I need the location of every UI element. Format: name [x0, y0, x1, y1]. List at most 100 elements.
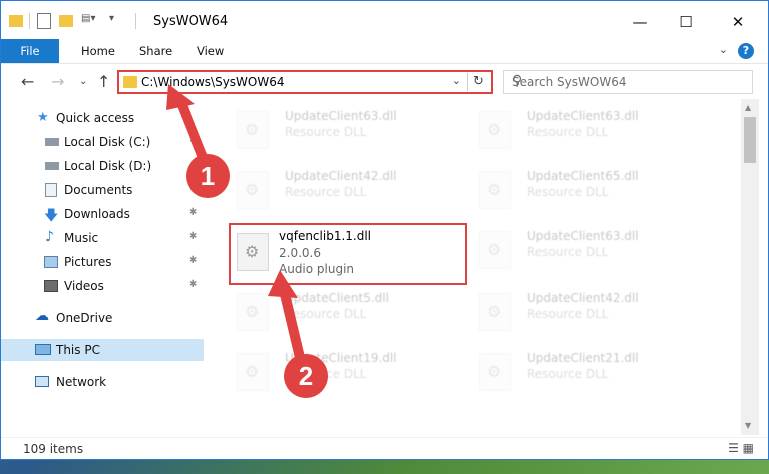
- recent-dropdown-icon[interactable]: ⌄: [79, 76, 87, 87]
- file-description: Resource DLL: [285, 185, 367, 199]
- refresh-button[interactable]: ↻: [467, 73, 489, 91]
- separator-icon: [29, 13, 30, 29]
- sidebar-item-music[interactable]: ♪ Music ✱: [1, 227, 204, 249]
- dll-file-icon: [479, 293, 511, 331]
- dll-file-icon: [237, 233, 269, 271]
- properties-icon[interactable]: [37, 13, 51, 29]
- file-item[interactable]: UpdateClient65.dll Resource DLL: [465, 163, 705, 215]
- file-name: UpdateClient19.dll: [285, 351, 397, 365]
- navigation-bar: ← → ⌄ ↑ C:\Windows\SysWOW64 ⌄ ↻ Search S…: [1, 63, 768, 99]
- pin-icon[interactable]: ✱: [189, 183, 197, 194]
- scroll-down-icon[interactable]: ▼: [745, 421, 751, 430]
- tab-file[interactable]: File: [1, 39, 59, 63]
- sidebar-item-label: This PC: [56, 343, 100, 357]
- file-name: UpdateClient65.dll: [527, 169, 639, 183]
- dll-file-icon: [237, 111, 269, 149]
- pin-icon[interactable]: ✱: [189, 255, 197, 266]
- file-item[interactable]: UpdateClient19.dll Resource DLL: [223, 345, 463, 397]
- music-icon: ♪: [45, 229, 54, 245]
- file-description: Resource DLL: [527, 245, 609, 259]
- file-name: UpdateClient21.dll: [527, 351, 639, 365]
- sidebar-item-quick-access[interactable]: ★ Quick access: [1, 107, 204, 129]
- ribbon: File Home Share View ⌄ ?: [1, 39, 768, 63]
- forward-button[interactable]: →: [51, 72, 64, 91]
- title-bar: ▤▾ ▾ SysWOW64 — ☐ ✕: [1, 1, 768, 39]
- computer-icon: [35, 344, 51, 355]
- videos-icon: [44, 280, 58, 292]
- sidebar-item-this-pc[interactable]: This PC: [1, 339, 204, 361]
- new-folder-icon[interactable]: [59, 15, 73, 27]
- back-button[interactable]: ←: [21, 72, 34, 91]
- sidebar-item-pictures[interactable]: Pictures ✱: [1, 251, 204, 273]
- sidebar-item-downloads[interactable]: 🡇 Downloads ✱: [1, 203, 204, 225]
- sidebar-item-local-disk-d[interactable]: Local Disk (D:): [1, 155, 204, 177]
- close-button[interactable]: ✕: [715, 9, 761, 35]
- file-version: 2.0.0.6: [279, 246, 321, 260]
- tab-share[interactable]: Share: [139, 39, 172, 63]
- minimize-button[interactable]: —: [617, 9, 663, 35]
- customize-toolbar-icon[interactable]: ▤▾: [81, 13, 103, 29]
- file-item[interactable]: UpdateClient21.dll Resource DLL: [465, 345, 705, 397]
- navigation-pane: ★ Quick access Local Disk (C:) ✱ Local D…: [1, 99, 206, 435]
- search-icon: ⚲: [512, 73, 523, 89]
- sidebar-item-onedrive[interactable]: ☁ OneDrive: [1, 307, 204, 329]
- maximize-button[interactable]: ☐: [663, 9, 709, 35]
- file-name: UpdateClient63.dll: [527, 229, 639, 243]
- help-button[interactable]: ?: [738, 43, 754, 59]
- sidebar-item-label: Documents: [64, 183, 133, 197]
- pin-icon[interactable]: ✱: [189, 135, 197, 146]
- status-bar: 109 items ☰ ▦: [1, 437, 768, 459]
- sidebar-item-network[interactable]: Network: [1, 371, 204, 393]
- file-name: UpdateClient42.dll: [285, 169, 397, 183]
- sidebar-item-videos[interactable]: Videos ✱: [1, 275, 204, 297]
- sidebar-item-local-disk-c[interactable]: Local Disk (C:) ✱: [1, 131, 204, 153]
- file-description: Resource DLL: [285, 367, 367, 381]
- file-description: Resource DLL: [285, 307, 367, 321]
- tab-view[interactable]: View: [197, 39, 224, 63]
- drive-icon: [45, 162, 59, 170]
- dll-file-icon: [237, 171, 269, 209]
- qa-dropdown-icon[interactable]: ▾: [109, 13, 123, 29]
- search-input[interactable]: Search SysWOW64 ⚲: [503, 70, 753, 94]
- drive-icon: [45, 138, 59, 146]
- file-item[interactable]: UpdateClient63.dll Resource DLL: [223, 103, 463, 155]
- sidebar-item-label: Music: [64, 231, 99, 245]
- dll-file-icon: [479, 353, 511, 391]
- scroll-thumb[interactable]: [744, 117, 756, 163]
- file-name: vqfenclib1.1.dll: [279, 229, 371, 243]
- file-item-vqfenclib[interactable]: vqfenclib1.1.dll 2.0.0.6 Audio plugin: [229, 223, 467, 285]
- folder-icon: [9, 15, 23, 27]
- sidebar-item-label: Quick access: [56, 111, 135, 125]
- scroll-up-icon[interactable]: ▲: [745, 103, 751, 112]
- pin-icon[interactable]: ✱: [189, 231, 197, 242]
- vertical-scrollbar[interactable]: ▲ ▼: [741, 99, 759, 435]
- file-item[interactable]: UpdateClient42.dll Resource DLL: [223, 163, 463, 215]
- file-item[interactable]: UpdateClient5.dll Resource DLL: [223, 285, 463, 337]
- file-description: Resource DLL: [527, 125, 609, 139]
- pin-icon[interactable]: ✱: [189, 279, 197, 290]
- file-item[interactable]: UpdateClient42.dll Resource DLL: [465, 285, 705, 337]
- folder-icon: [123, 76, 137, 88]
- address-bar[interactable]: C:\Windows\SysWOW64 ⌄ ↻: [117, 70, 493, 94]
- file-item[interactable]: UpdateClient63.dll Resource DLL: [465, 103, 705, 155]
- address-dropdown-icon[interactable]: ⌄: [452, 74, 461, 87]
- up-button[interactable]: ↑: [97, 72, 110, 91]
- file-description: Resource DLL: [527, 367, 609, 381]
- explorer-window: ▤▾ ▾ SysWOW64 — ☐ ✕ File Home Share View…: [0, 0, 769, 460]
- window-title: SysWOW64: [153, 14, 229, 29]
- sidebar-item-documents[interactable]: Documents ✱: [1, 179, 204, 201]
- network-icon: [35, 376, 49, 387]
- file-item[interactable]: UpdateClient63.dll Resource DLL: [465, 223, 705, 275]
- pictures-icon: [44, 256, 58, 268]
- tab-home[interactable]: Home: [81, 39, 115, 63]
- view-toggle-icons[interactable]: ☰ ▦: [728, 441, 754, 455]
- file-description: Audio plugin: [279, 262, 355, 276]
- sidebar-item-label: Downloads: [64, 207, 130, 221]
- documents-icon: [45, 183, 57, 197]
- address-path[interactable]: C:\Windows\SysWOW64: [141, 75, 285, 89]
- sidebar-item-label: Local Disk (D:): [64, 159, 152, 173]
- dll-file-icon: [237, 293, 269, 331]
- expand-ribbon-icon[interactable]: ⌄: [719, 43, 728, 56]
- download-icon: 🡇: [44, 208, 59, 224]
- pin-icon[interactable]: ✱: [189, 207, 197, 218]
